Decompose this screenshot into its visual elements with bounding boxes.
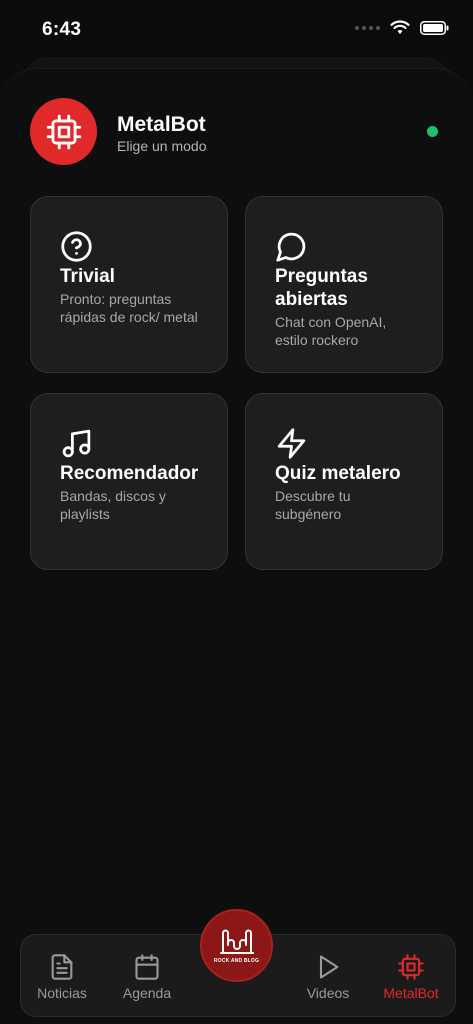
chat-bubble-icon [276, 232, 306, 262]
bot-avatar [30, 98, 97, 165]
document-icon [51, 954, 73, 980]
tab-videos[interactable]: Videos [288, 953, 368, 1001]
music-note-icon [62, 429, 91, 458]
metalbot-screen: 6:43 MetalBot Elige un modo Trivial Pron… [0, 0, 473, 1024]
status-time: 6:43 [42, 19, 82, 40]
mode-card-description: Bandas, discos y playlists [60, 488, 166, 522]
mode-card-description: Descubre tu subgénero [275, 488, 351, 522]
tab-label: MetalBot [383, 985, 439, 1001]
mode-card-title: Quiz metalero [275, 463, 401, 484]
mode-card-quiz-metalero[interactable]: Quiz metalero Descubre tu subgénero [245, 393, 443, 570]
question-circle-icon [61, 231, 92, 262]
bot-subtitle: Elige un modo [117, 138, 207, 154]
mode-card-title: Preguntas abiertas [275, 266, 368, 310]
chip-icon [398, 954, 424, 980]
mode-card-title: Trivial [60, 266, 115, 287]
wifi-icon [390, 20, 410, 34]
play-icon [319, 955, 339, 979]
tab-noticias[interactable]: Noticias [22, 953, 102, 1001]
lightning-bolt-icon [277, 428, 306, 459]
online-status-dot [427, 126, 438, 137]
rock-hand-logo-icon [219, 929, 254, 954]
mode-card-description: Chat con OpenAI, estilo rockero [275, 314, 387, 348]
bot-title: MetalBot [117, 113, 206, 136]
tab-agenda[interactable]: Agenda [107, 953, 187, 1001]
status-indicators [355, 20, 449, 35]
tab-label: Noticias [37, 985, 87, 1001]
logo-text: ROCK AND BLOG [213, 958, 260, 964]
mode-card-preguntas-abiertas[interactable]: Preguntas abiertas Chat con OpenAI, esti… [245, 196, 443, 373]
mode-card-trivial[interactable]: Trivial Pronto: preguntas rápidas de roc… [30, 196, 228, 373]
tab-label: Agenda [122, 985, 172, 1001]
tab-metalbot[interactable]: MetalBot [371, 953, 451, 1001]
calendar-icon [135, 954, 159, 980]
mode-card-description: Pronto: preguntas rápidas de rock/ metal [60, 291, 198, 325]
battery-icon [420, 20, 449, 35]
chip-icon [46, 114, 81, 149]
status-bar: 6:43 [0, 0, 473, 56]
rock-and-blog-logo-button[interactable]: ROCK AND BLOG [200, 909, 273, 982]
mode-card-title: Recomendador [60, 463, 199, 484]
mode-card-recomendador[interactable]: Recomendador Bandas, discos y playlists [30, 393, 228, 570]
tab-label: Videos [306, 985, 350, 1001]
cellular-signal-icon [355, 25, 380, 30]
